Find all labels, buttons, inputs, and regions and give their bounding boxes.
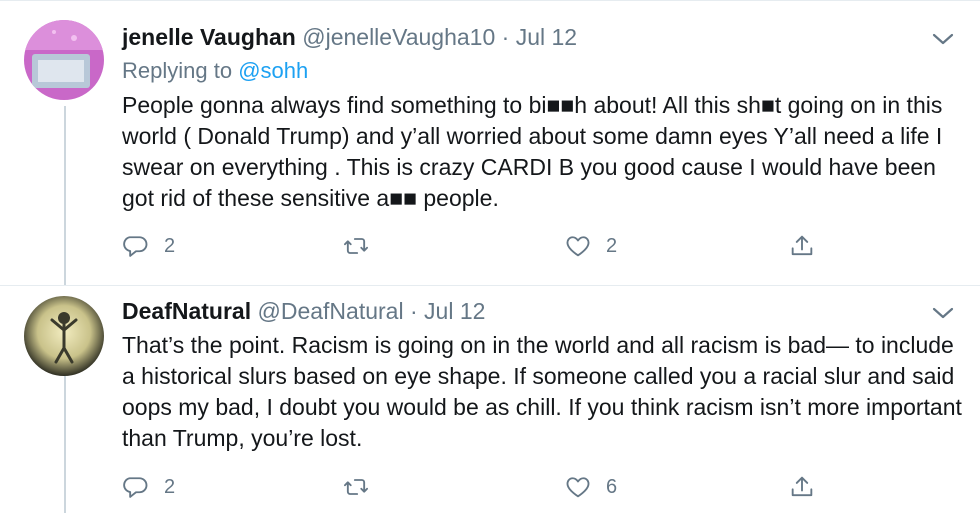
mention-link[interactable]: @sohh [238, 58, 308, 83]
tweet-date[interactable]: Jul 12 [424, 298, 485, 324]
reply-count: 2 [164, 475, 176, 498]
thread-line [64, 376, 66, 513]
replying-to: Replying to @sohh [122, 58, 308, 84]
like-count: 6 [606, 475, 618, 498]
display-name[interactable]: DeafNatural [122, 298, 251, 324]
tweet-text: People gonna always find something to bi… [122, 92, 943, 211]
tweet-header: jenelle Vaughan @jenelleVaugha10 · Jul 1… [122, 24, 577, 51]
avatar-image [24, 20, 104, 100]
retweet-icon [343, 479, 369, 495]
retweet-button[interactable] [342, 472, 384, 502]
share-icon [791, 476, 813, 497]
avatar-image [24, 296, 104, 376]
separator-dot: · [501, 24, 510, 50]
avatar[interactable] [24, 296, 104, 376]
chevron-down-icon[interactable] [930, 304, 956, 322]
tweet-text: That’s the point. Racism is going on in … [122, 332, 962, 451]
tweet-2[interactable]: DeafNatural @DeafNatural · Jul 12 That’s… [0, 286, 980, 513]
reply-count: 2 [164, 234, 176, 257]
display-name[interactable]: jenelle Vaughan [122, 24, 296, 50]
chevron-down-icon[interactable] [930, 30, 956, 48]
like-button[interactable]: 6 [564, 472, 617, 502]
separator-dot: · [409, 298, 418, 324]
reply-button[interactable]: 2 [122, 231, 175, 261]
reply-icon [123, 477, 148, 498]
like-count: 2 [606, 234, 618, 257]
tweet-actions: 2 2 [122, 231, 842, 261]
share-button[interactable] [788, 231, 816, 261]
tweet-header: DeafNatural @DeafNatural · Jul 12 [122, 298, 485, 325]
user-handle[interactable]: @DeafNatural [258, 298, 404, 324]
reply-icon [123, 236, 148, 257]
like-button[interactable]: 2 [564, 231, 617, 261]
retweet-button[interactable] [342, 231, 384, 261]
tweet-date[interactable]: Jul 12 [516, 24, 577, 50]
retweet-icon [343, 238, 369, 254]
replying-to-label: Replying to [122, 58, 233, 83]
avatar[interactable] [24, 20, 104, 100]
user-handle[interactable]: @jenelleVaugha10 [302, 24, 495, 50]
heart-icon [566, 477, 590, 498]
tweet-actions: 2 6 [122, 472, 842, 502]
share-button[interactable] [788, 472, 816, 502]
share-icon [791, 235, 813, 256]
heart-icon [566, 236, 590, 257]
thread-line [64, 106, 66, 286]
tweet-1[interactable]: jenelle Vaughan @jenelleVaugha10 · Jul 1… [0, 0, 980, 285]
reply-button[interactable]: 2 [122, 472, 175, 502]
